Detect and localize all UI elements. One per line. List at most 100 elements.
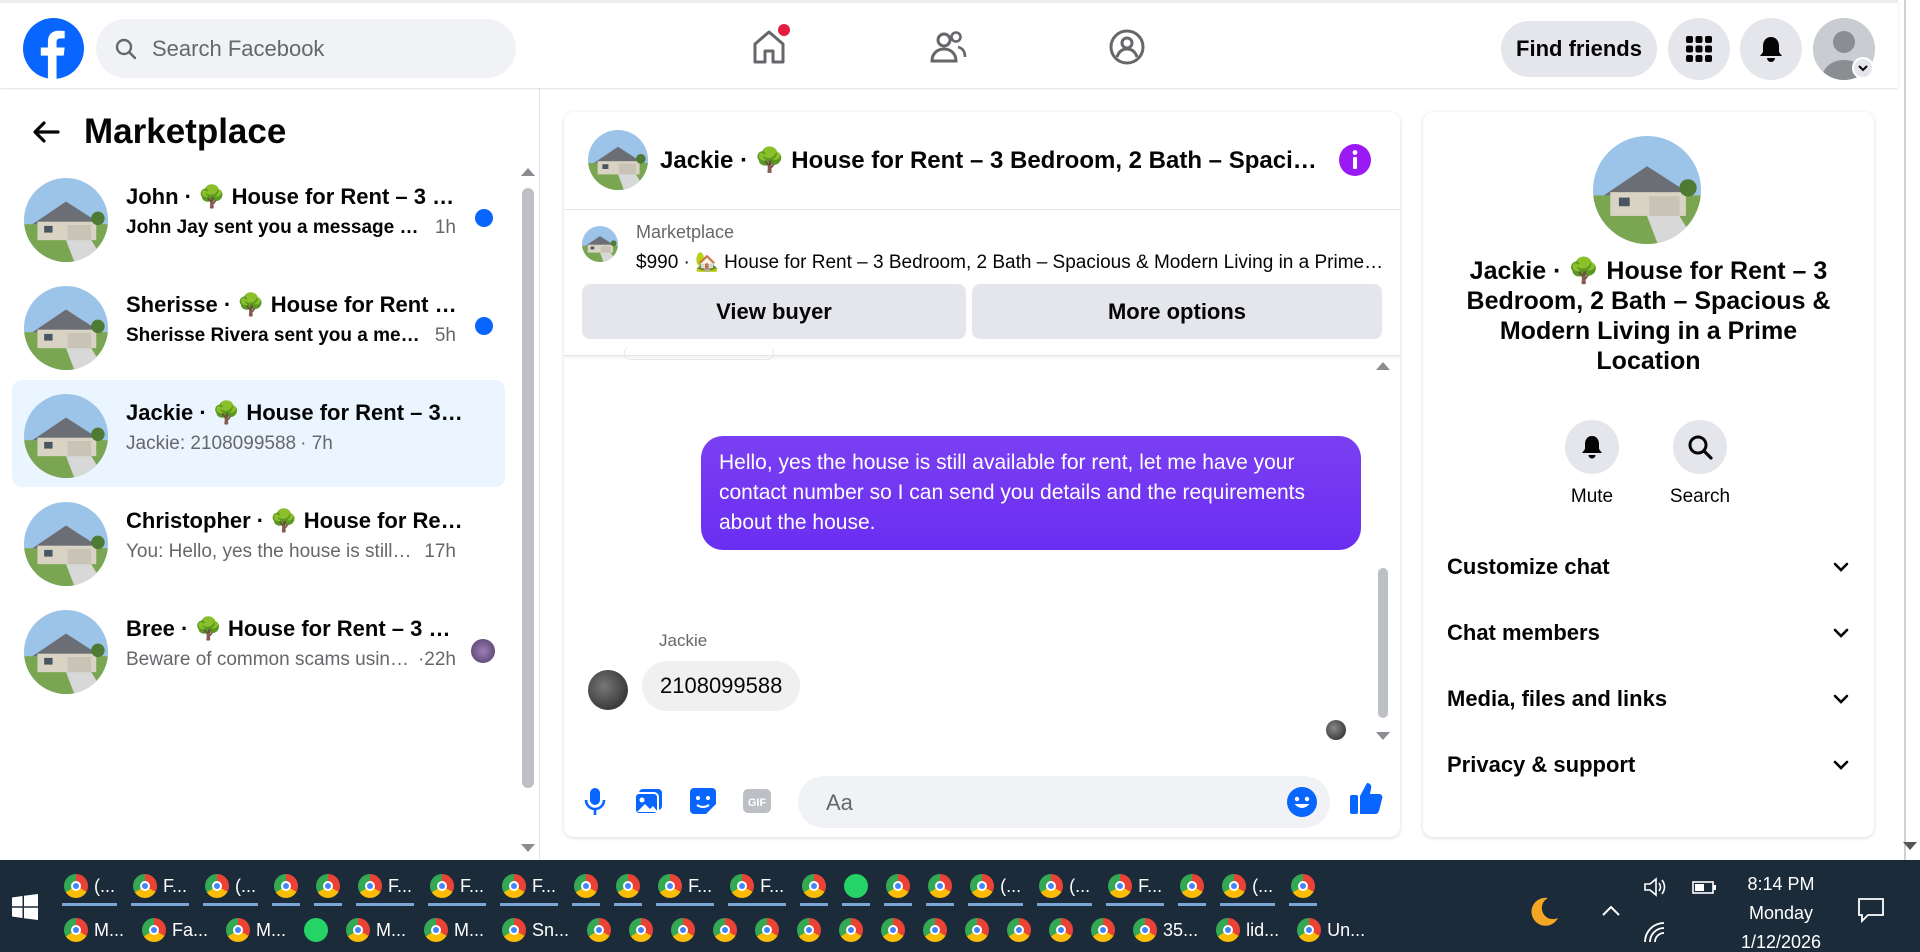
taskbar-app-button[interactable]: M... [220, 910, 292, 950]
chat-members-section[interactable]: Chat members [1447, 608, 1852, 658]
nav-home[interactable] [743, 21, 795, 73]
taskbar-app-button[interactable] [791, 910, 827, 950]
taskbar-app-button[interactable]: (... [1216, 866, 1279, 906]
microphone-icon[interactable] [578, 784, 612, 818]
page-scrollbar[interactable] [1900, 0, 1920, 860]
taskbar-app-button[interactable] [796, 866, 832, 906]
chat-avatar[interactable] [588, 130, 648, 190]
taskbar-app-button[interactable]: (... [199, 866, 262, 906]
thumbs-up-icon[interactable] [1346, 778, 1386, 818]
taskbar-app-button[interactable] [917, 910, 953, 950]
notifications-button[interactable] [1740, 18, 1802, 80]
sidebar-scrollbar[interactable] [522, 188, 534, 788]
volume-icon[interactable] [1642, 874, 1668, 900]
photo-icon[interactable] [632, 784, 666, 818]
taskbar-app-button[interactable]: M... [58, 910, 130, 950]
taskbar-app-button[interactable] [1043, 910, 1079, 950]
chevron-up-icon[interactable] [1600, 900, 1622, 922]
conversation-item-bree[interactable]: Bree · 🌳 House for Rent – 3 Bedroom, 2 B… [12, 596, 505, 703]
taskbar-app-button[interactable]: (... [58, 866, 121, 906]
scrollbar-thumb[interactable] [1378, 568, 1388, 718]
customize-chat-section[interactable]: Customize chat [1447, 542, 1852, 592]
taskbar-app-button[interactable]: Sn... [496, 910, 575, 950]
conversation-item-sherisse[interactable]: Sherisse · 🌳 House for Rent – 3 Bedroom,… [12, 272, 505, 379]
mute-action[interactable]: Mute [1547, 420, 1637, 508]
sticker-icon[interactable] [686, 784, 720, 818]
listing-description[interactable]: $990 · 🏡 House for Rent – 3 Bedroom, 2 B… [636, 250, 1384, 274]
chat-title[interactable]: Jackie · 🌳 House for Rent – 3 Bedroom, 2… [660, 146, 1320, 175]
system-clock[interactable]: 8:14 PM Monday 1/12/2026 [1736, 870, 1826, 952]
mute-button[interactable] [1565, 420, 1619, 474]
info-icon[interactable] [1338, 143, 1372, 177]
scroll-down-arrow[interactable] [1376, 732, 1390, 740]
taskbar-app-button[interactable]: (... [964, 866, 1027, 906]
taskbar-app-button[interactable] [581, 910, 617, 950]
scrollbar-thumb[interactable] [522, 188, 534, 788]
taskbar-app-button[interactable] [610, 866, 646, 906]
nav-friends[interactable] [922, 21, 974, 73]
taskbar-app-button[interactable] [1001, 910, 1037, 950]
taskbar-app-button[interactable]: F... [724, 866, 790, 906]
taskbar-app-button[interactable]: F... [127, 866, 193, 906]
taskbar-app-button[interactable] [1174, 866, 1210, 906]
taskbar-app-button[interactable] [959, 910, 995, 950]
chat-scrollbar[interactable] [1376, 358, 1390, 736]
scroll-up-arrow[interactable] [521, 168, 535, 176]
notification-center-icon[interactable] [1856, 896, 1886, 924]
taskbar-app-button[interactable] [310, 866, 346, 906]
taskbar-app-button[interactable]: (... [1033, 866, 1096, 906]
media-files-links-section[interactable]: Media, files and links [1447, 674, 1852, 724]
taskbar-app-button[interactable] [568, 866, 604, 906]
taskbar-app-button[interactable]: lid... [1210, 910, 1285, 950]
taskbar-app-button[interactable] [268, 866, 304, 906]
menu-button[interactable] [1668, 18, 1730, 80]
taskbar-app-button[interactable] [922, 866, 958, 906]
more-options-button[interactable]: More options [972, 284, 1382, 339]
chat-profile-image[interactable] [1593, 136, 1701, 244]
taskbar-app-button[interactable] [749, 910, 785, 950]
taskbar-app-button[interactable] [623, 910, 659, 950]
incoming-message-bubble[interactable]: 2108099588 [642, 661, 801, 711]
taskbar-app-button[interactable]: F... [424, 866, 490, 906]
taskbar-app-button[interactable] [1085, 910, 1121, 950]
taskbar-app-button[interactable] [298, 910, 334, 950]
page-scroll-down-arrow[interactable] [1903, 842, 1917, 850]
sender-avatar[interactable] [588, 670, 628, 710]
taskbar-app-button[interactable]: Fa... [136, 910, 214, 950]
taskbar-app-button[interactable]: F... [496, 866, 562, 906]
taskbar-app-button[interactable] [665, 910, 701, 950]
scroll-up-arrow[interactable] [1376, 362, 1390, 370]
taskbar-app-button[interactable] [833, 910, 869, 950]
taskbar-app-button[interactable] [707, 910, 743, 950]
search-action[interactable]: Search [1655, 420, 1745, 508]
taskbar-app-button[interactable]: M... [340, 910, 412, 950]
message-input[interactable]: Aa [798, 776, 1330, 828]
taskbar-app-button[interactable]: M... [418, 910, 490, 950]
taskbar-app-button[interactable] [875, 910, 911, 950]
conversation-item-christopher[interactable]: Christopher · 🌳 House for Rent – 3 Bedro… [12, 488, 505, 595]
facebook-logo-icon[interactable] [23, 18, 84, 79]
privacy-support-section[interactable]: Privacy & support [1447, 740, 1852, 790]
taskbar-app-button[interactable] [1285, 866, 1321, 906]
conversation-item-jackie[interactable]: Jackie · 🌳 House for Rent – 3 Bedroom, 2… [12, 380, 505, 487]
taskbar-app-button[interactable]: F... [652, 866, 718, 906]
account-menu-caret[interactable] [1852, 57, 1874, 79]
outgoing-message-bubble[interactable]: Hello, yes the house is still available … [701, 436, 1361, 550]
battery-icon[interactable] [1690, 874, 1718, 900]
taskbar-app-button[interactable] [880, 866, 916, 906]
emoji-icon[interactable] [1286, 786, 1318, 818]
windows-start-icon[interactable] [12, 894, 38, 920]
taskbar-app-button[interactable]: F... [1102, 866, 1168, 906]
taskbar-app-button[interactable] [838, 866, 874, 906]
moon-icon[interactable] [1526, 894, 1560, 928]
taskbar-app-button[interactable]: Un... [1291, 910, 1371, 950]
view-buyer-button[interactable]: View buyer [582, 284, 966, 339]
search-bar[interactable]: Search Facebook [96, 19, 516, 78]
search-in-conversation-button[interactable] [1673, 420, 1727, 474]
wifi-icon[interactable] [1642, 920, 1668, 946]
taskbar-app-button[interactable]: 35... [1127, 910, 1204, 950]
listing-thumbnail[interactable] [582, 226, 618, 262]
taskbar-app-button[interactable]: F... [352, 866, 418, 906]
nav-groups[interactable] [1101, 21, 1153, 73]
find-friends-button[interactable]: Find friends [1501, 21, 1657, 77]
